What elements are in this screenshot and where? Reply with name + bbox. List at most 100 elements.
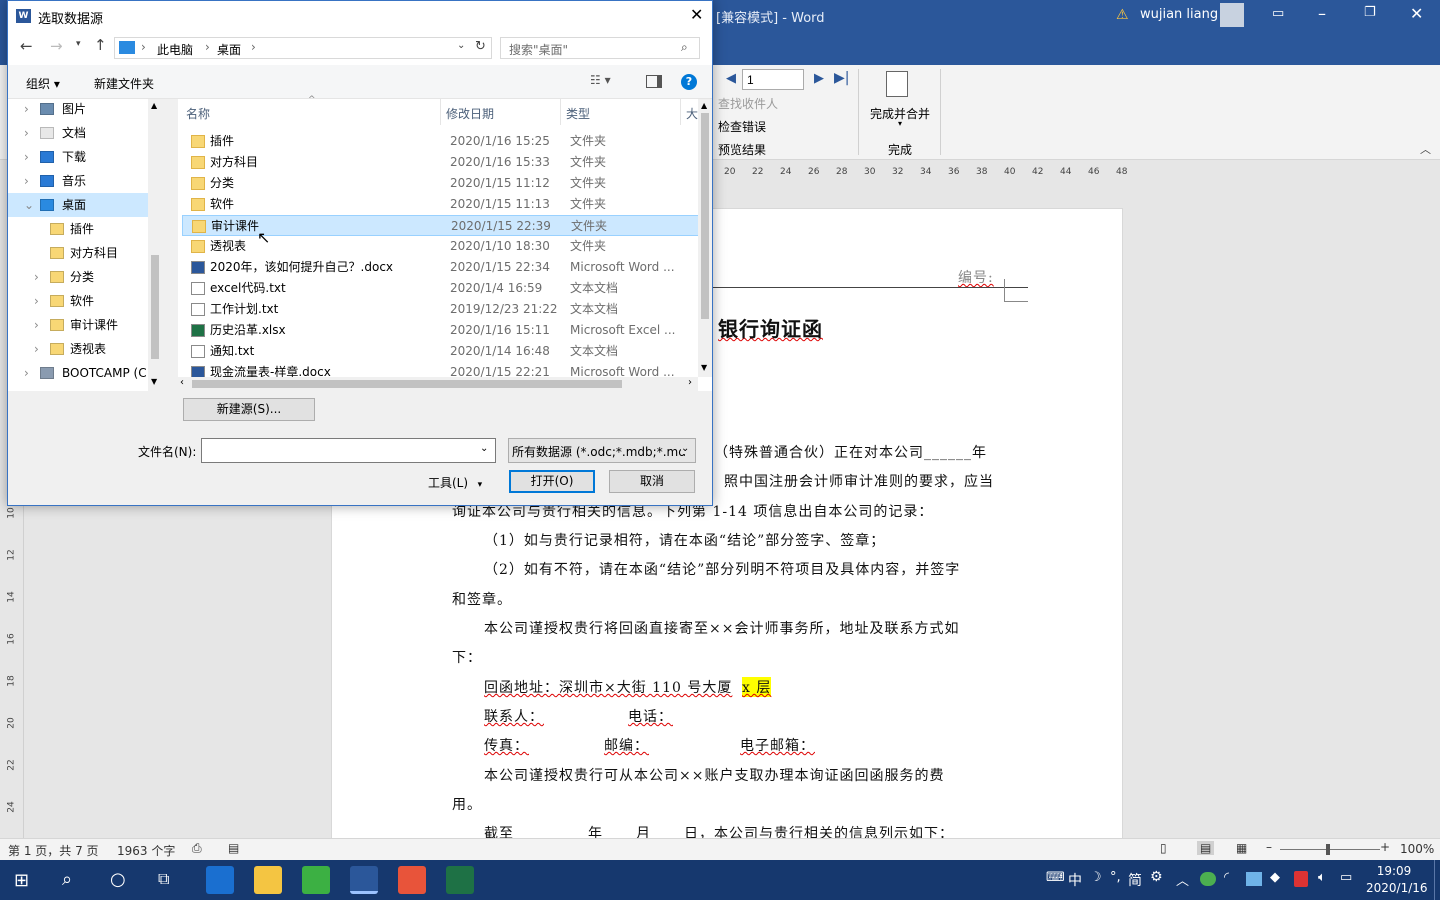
web-layout-icon[interactable]: ▦ bbox=[1236, 841, 1247, 855]
restore-icon[interactable]: ❐ bbox=[1364, 5, 1376, 20]
print-layout-icon[interactable]: ▤ bbox=[1197, 841, 1215, 855]
check-errors-button[interactable]: 检查错误 bbox=[718, 118, 766, 135]
show-desktop-button[interactable] bbox=[1434, 860, 1435, 900]
chevron-right-icon[interactable]: › bbox=[24, 361, 29, 385]
clock-time[interactable]: 19:09 bbox=[1370, 864, 1418, 878]
tree-item[interactable]: › 下载 bbox=[8, 145, 148, 169]
tree-item[interactable]: 对方科目 bbox=[8, 241, 148, 265]
new-source-button[interactable]: 新建源(S)... bbox=[183, 398, 315, 421]
find-recipient-button[interactable]: 查找收件人 bbox=[718, 95, 778, 112]
forward-arrow-icon[interactable]: → bbox=[50, 37, 63, 55]
file-type-select[interactable]: 所有数据源 (*.odc;*.mdb;*.md ⌄ bbox=[508, 438, 696, 463]
avatar[interactable] bbox=[1220, 3, 1244, 27]
column-divider[interactable] bbox=[440, 99, 441, 125]
new-folder-button[interactable]: 新建文件夹 bbox=[94, 75, 154, 92]
tree-item[interactable]: › 音乐 bbox=[8, 169, 148, 193]
chevron-right-icon[interactable]: › bbox=[34, 337, 39, 361]
chevron-right-icon[interactable]: › bbox=[24, 145, 29, 169]
keyboard-icon[interactable]: ⌨ bbox=[1046, 870, 1065, 885]
task-view-icon[interactable]: ⧉ bbox=[158, 869, 169, 889]
volume-icon[interactable]: 🔈︎ bbox=[1318, 870, 1326, 885]
tree-item[interactable]: › 软件 bbox=[8, 289, 148, 313]
view-options-icon[interactable]: ☷ ▾ bbox=[590, 73, 611, 87]
chevron-right-icon[interactable]: › bbox=[34, 313, 39, 337]
minimize-icon[interactable]: – bbox=[1318, 4, 1326, 23]
security-icon[interactable] bbox=[1294, 871, 1308, 887]
tree-item[interactable]: › 透视表 bbox=[8, 337, 148, 361]
tree-item[interactable]: › BOOTCAMP (C bbox=[8, 361, 148, 385]
column-header-date[interactable]: 修改日期 bbox=[446, 105, 494, 122]
search-box[interactable]: 搜索"桌面" ⌕ bbox=[500, 37, 700, 59]
filename-input[interactable]: ⌄ bbox=[201, 438, 496, 463]
tools-button[interactable]: 工具(L) ▾ bbox=[428, 474, 482, 491]
list-scrollbar[interactable]: ▲ ▼ bbox=[698, 99, 712, 377]
breadcrumb-desktop[interactable]: 桌面 bbox=[217, 41, 241, 58]
zoom-slider[interactable] bbox=[1280, 849, 1380, 850]
next-record-icon[interactable]: ▶ bbox=[814, 71, 824, 86]
help-icon[interactable]: ? bbox=[681, 74, 697, 90]
record-input[interactable] bbox=[742, 69, 804, 90]
filename-dropdown-icon[interactable]: ⌄ bbox=[480, 443, 488, 454]
ime-mode[interactable]: 简 bbox=[1128, 870, 1142, 890]
column-header-name[interactable]: 名称 bbox=[186, 105, 210, 122]
file-row[interactable]: 通知.txt 2020/1/14 16:48 文本文档 bbox=[182, 341, 698, 362]
collapse-ribbon-icon[interactable]: ︿ bbox=[1420, 141, 1431, 157]
up-arrow-icon[interactable]: ↑ bbox=[94, 36, 107, 54]
scroll-up-icon[interactable]: ▲ bbox=[701, 101, 707, 110]
ime-indicator[interactable]: 中 bbox=[1068, 870, 1082, 890]
cortana-icon[interactable]: ○ bbox=[110, 869, 126, 890]
tray-diamond-icon[interactable]: ◆ bbox=[1270, 870, 1280, 885]
column-header-size[interactable]: 大 bbox=[686, 105, 698, 122]
camtasia-icon[interactable] bbox=[302, 866, 330, 894]
last-record-icon[interactable]: ▶| bbox=[834, 70, 849, 86]
vertical-ruler[interactable]: 10 12 14 16 18 20 22 24 bbox=[0, 500, 24, 838]
tree-item[interactable]: › 图片 bbox=[8, 97, 148, 121]
horizontal-ruler[interactable]: 20 22 24 26 28 30 32 34 36 38 40 42 44 46 48 bbox=[714, 162, 1440, 184]
chevron-right-icon[interactable]: › bbox=[24, 121, 29, 145]
prev-record-icon[interactable]: ◀ bbox=[726, 71, 736, 86]
horizontal-scrollbar[interactable]: ‹ › bbox=[178, 377, 698, 391]
back-arrow-icon[interactable]: ← bbox=[20, 37, 33, 55]
tree-scroll-thumb[interactable] bbox=[151, 255, 159, 359]
file-row[interactable]: 对方科目 2020/1/16 15:33 文件夹 bbox=[182, 152, 698, 173]
tree-item[interactable]: › 文档 bbox=[8, 121, 148, 145]
address-dropdown-icon[interactable]: ⌄ bbox=[457, 40, 465, 51]
clock-date[interactable]: 2020/1/16 bbox=[1366, 881, 1428, 895]
battery-icon[interactable]: ▭ bbox=[1340, 870, 1352, 885]
file-explorer-icon[interactable] bbox=[254, 866, 282, 894]
refresh-icon[interactable]: ↻ bbox=[475, 39, 486, 54]
zoom-slider-thumb[interactable] bbox=[1326, 844, 1330, 855]
scroll-left-icon[interactable]: ‹ bbox=[180, 377, 184, 388]
file-type-dropdown-icon[interactable]: ⌄ bbox=[681, 443, 690, 454]
tree-item[interactable]: › 审计课件 bbox=[8, 313, 148, 337]
read-mode-icon[interactable]: ▯ bbox=[1160, 841, 1167, 855]
tree-item[interactable]: › 分类 bbox=[8, 265, 148, 289]
dialog-close-icon[interactable]: ✕ bbox=[690, 5, 703, 24]
scroll-right-icon[interactable]: › bbox=[688, 377, 692, 388]
chevron-right-icon[interactable]: › bbox=[24, 169, 29, 193]
preview-results-button[interactable]: 预览结果 bbox=[718, 141, 766, 158]
file-row[interactable]: 2020年，该如何提升自己？.docx 2020/1/15 22:34 Micros… bbox=[182, 257, 698, 278]
chevron-right-icon[interactable]: › bbox=[24, 97, 29, 121]
chevron-up-icon[interactable]: ︿ bbox=[1176, 870, 1189, 889]
h-scroll-thumb[interactable] bbox=[192, 380, 622, 388]
tree-item[interactable]: ⌄ 桌面 bbox=[8, 193, 148, 217]
chevron-right-icon[interactable]: › bbox=[34, 289, 39, 313]
organize-button[interactable]: 组织 ▾ bbox=[26, 75, 60, 92]
file-row[interactable]: excel代码.txt 2020/1/4 16:59 文本文档 bbox=[182, 278, 698, 299]
file-row[interactable]: 软件 2020/1/15 11:13 文件夹 bbox=[182, 194, 698, 215]
search-icon[interactable]: ⌕ bbox=[681, 40, 688, 55]
proofing-icon[interactable]: ⎙ bbox=[192, 841, 202, 856]
scroll-up-icon[interactable]: ▲ bbox=[151, 101, 157, 110]
file-row[interactable]: 工作计划.txt 2019/12/23 21:22 文本文档 bbox=[182, 299, 698, 320]
list-scroll-thumb[interactable] bbox=[701, 113, 709, 319]
network-icon[interactable]: ◜ bbox=[1224, 870, 1229, 885]
close-icon[interactable]: ✕ bbox=[1410, 4, 1423, 23]
recorder-icon[interactable] bbox=[398, 866, 426, 894]
dialog-titlebar[interactable]: W 选取数据源 ✕ bbox=[8, 1, 712, 31]
chevron-right-icon[interactable]: › bbox=[34, 265, 39, 289]
zoom-out-icon[interactable]: – bbox=[1266, 840, 1272, 854]
moon-icon[interactable]: ☽ bbox=[1090, 870, 1102, 885]
recent-dropdown-icon[interactable]: ▾ bbox=[76, 39, 81, 49]
file-row[interactable]: 插件 2020/1/16 15:25 文件夹 bbox=[182, 131, 698, 152]
